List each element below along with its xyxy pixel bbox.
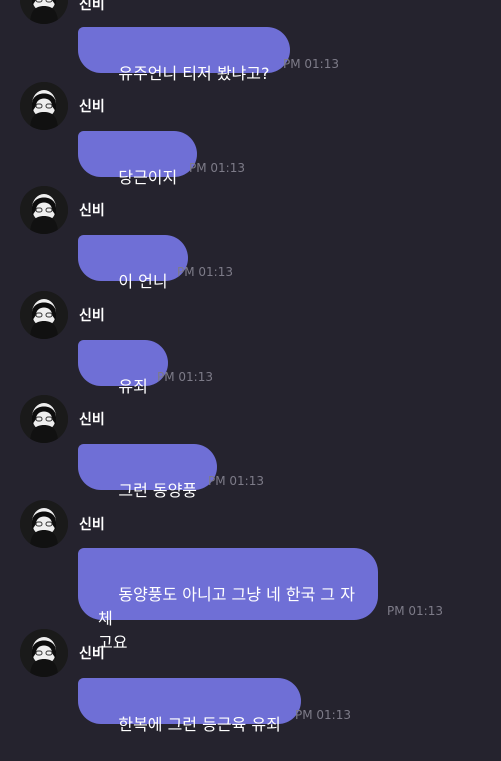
avatar[interactable] <box>20 500 68 548</box>
profile-photo-icon <box>20 395 68 443</box>
sender-name: 신비 <box>79 412 105 428</box>
message-text: 유주언니 티저 봤냐고? <box>118 64 270 83</box>
message-time: PM 01:13 <box>387 604 443 618</box>
message-bubble[interactable]: 그런 동양풍 <box>78 444 218 500</box>
avatar[interactable] <box>20 186 68 234</box>
avatar[interactable] <box>20 82 68 130</box>
message-bubble[interactable]: 당근이지 <box>78 131 198 187</box>
profile-photo-icon <box>20 0 68 24</box>
message-time: PM 01:13 <box>177 265 233 279</box>
avatar[interactable] <box>20 629 68 677</box>
message-text: 유죄 <box>118 377 148 396</box>
sender-name: 신비 <box>79 646 105 662</box>
message-time: PM 01:13 <box>189 161 245 175</box>
avatar[interactable] <box>20 291 68 339</box>
sender-name: 신비 <box>79 203 105 219</box>
profile-photo-icon <box>20 500 68 548</box>
sender-name: 신비 <box>79 0 105 13</box>
message-text: 한복에 그런 등근육 유죄 <box>118 715 281 734</box>
message-text: 당근이지 <box>118 168 178 187</box>
message-text: 동양풍도 아니고 그냥 네 한국 그 자체 고요 <box>98 585 355 652</box>
chat-thread: 신비 유주언니 티저 봤냐고? PM 01:13 신비 당근이지 PM 01:1… <box>0 0 501 734</box>
sender-name: 신비 <box>79 517 105 533</box>
profile-photo-icon <box>20 186 68 234</box>
message-text: 이 언니 <box>118 272 168 291</box>
profile-photo-icon <box>20 291 68 339</box>
message-time: PM 01:13 <box>295 708 351 722</box>
message-text: 그런 동양풍 <box>118 481 198 500</box>
profile-photo-icon <box>20 82 68 130</box>
profile-photo-icon <box>20 629 68 677</box>
sender-name: 신비 <box>79 99 105 115</box>
message-time: PM 01:13 <box>283 57 339 71</box>
avatar[interactable] <box>20 0 68 24</box>
avatar[interactable] <box>20 395 68 443</box>
message-time: PM 01:13 <box>208 474 264 488</box>
message-bubble[interactable]: 유주언니 티저 봤냐고? <box>78 27 290 83</box>
message-bubble[interactable]: 유죄 <box>78 340 168 396</box>
message-bubble[interactable]: 한복에 그런 등근육 유죄 <box>78 678 301 734</box>
message-bubble[interactable]: 동양풍도 아니고 그냥 네 한국 그 자체 고요 <box>78 548 378 652</box>
sender-name: 신비 <box>79 308 105 324</box>
message-time: PM 01:13 <box>157 370 213 384</box>
message-bubble[interactable]: 이 언니 <box>78 235 188 291</box>
